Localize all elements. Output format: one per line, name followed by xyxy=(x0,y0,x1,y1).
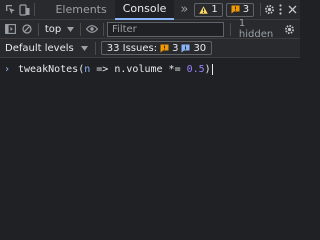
console-toolbar: top 1 hidden xyxy=(0,18,300,40)
tab-elements-label: Elements xyxy=(55,3,107,16)
live-expression-eye-icon[interactable] xyxy=(84,25,100,33)
more-options-icon[interactable] xyxy=(276,4,286,15)
code-function-call: tweakNotes( xyxy=(18,63,85,75)
divider xyxy=(33,3,35,16)
device-toggle-icon[interactable] xyxy=(17,3,30,16)
dropdown-arrow-icon xyxy=(67,26,75,32)
divider xyxy=(37,22,39,36)
issues-label: 33 Issues: xyxy=(106,42,158,54)
prompt-chevron-icon: › xyxy=(3,63,11,75)
issues-count: 3 xyxy=(242,4,250,15)
devtools-tabbar: Elements Console » 1 3 xyxy=(0,0,300,20)
code-expression: n.volume *= xyxy=(114,63,187,75)
log-levels-label: Default levels xyxy=(5,42,74,54)
code-close-paren: ) xyxy=(204,63,211,75)
issues-button[interactable]: 33 Issues: 3 30 xyxy=(100,41,213,55)
console-prompt-line[interactable]: › tweakNotes(n => n.volume *= 0.5) xyxy=(0,62,300,76)
context-label: top xyxy=(44,23,62,35)
tab-elements[interactable]: Elements xyxy=(47,0,114,20)
divider xyxy=(80,22,82,36)
divider xyxy=(103,22,105,36)
warnings-count: 1 xyxy=(211,4,218,15)
issue-icon xyxy=(231,5,240,14)
hidden-messages-count: 1 hidden xyxy=(238,18,274,40)
issues-badge[interactable]: 3 xyxy=(225,2,255,17)
tab-console[interactable]: Console xyxy=(114,0,175,20)
divider xyxy=(94,41,96,55)
console-settings-gear-icon[interactable] xyxy=(283,24,297,35)
divider xyxy=(260,3,261,16)
clear-console-icon[interactable] xyxy=(19,24,35,34)
context-selector[interactable]: top xyxy=(44,23,75,35)
levels-bar: Default levels 33 Issues: 3 30 xyxy=(0,39,300,58)
log-levels-dropdown[interactable]: Default levels xyxy=(5,43,88,54)
issue-warning-icon xyxy=(160,44,169,52)
issue-warnings-count: 3 xyxy=(172,42,179,54)
issue-info-count: 30 xyxy=(193,42,207,54)
settings-gear-icon[interactable] xyxy=(264,4,276,15)
code-number: 0.5 xyxy=(186,63,205,75)
code-arrow: => xyxy=(90,63,115,75)
text-cursor xyxy=(211,63,213,75)
close-icon[interactable] xyxy=(286,5,298,14)
tab-console-label: Console xyxy=(122,2,167,15)
inspect-icon[interactable] xyxy=(4,4,17,15)
more-tabs-button[interactable]: » xyxy=(174,0,194,20)
dropdown-arrow-icon xyxy=(80,45,88,51)
show-sidebar-icon[interactable] xyxy=(3,24,19,34)
issue-info-icon xyxy=(181,44,190,52)
divider xyxy=(230,22,231,36)
warnings-badge[interactable]: 1 xyxy=(194,2,223,17)
filter-input[interactable] xyxy=(107,21,225,37)
warning-icon xyxy=(199,5,209,14)
console-output[interactable]: › tweakNotes(n => n.volume *= 0.5) xyxy=(0,58,300,233)
